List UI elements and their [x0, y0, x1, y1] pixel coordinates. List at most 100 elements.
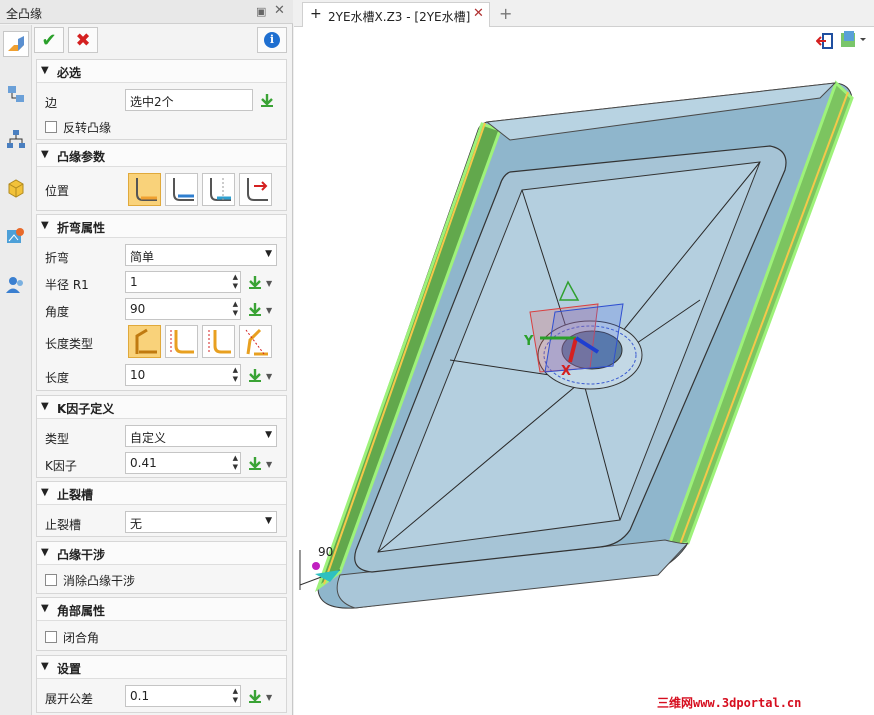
- document-tab[interactable]: + 2YE水槽X.Z3 - [2YE水槽] ✕: [302, 2, 490, 27]
- sheet-metal-icon[interactable]: [3, 31, 29, 57]
- part-cube-icon[interactable]: [3, 175, 29, 201]
- angle-input[interactable]: 90 ▲ ▼: [125, 298, 241, 320]
- triad-y-label: Y: [523, 334, 534, 349]
- pick-arrow-icon[interactable]: [247, 274, 263, 290]
- section-title: 角部属性: [57, 604, 106, 618]
- dropdown-arrow-icon[interactable]: ▼: [266, 372, 272, 381]
- section-header[interactable]: ▼ K因子定义: [37, 396, 286, 419]
- relief-select[interactable]: 无 ▼: [125, 511, 277, 533]
- spinner-icon[interactable]: ▲ ▼: [233, 687, 238, 705]
- assembly-tree-icon[interactable]: [3, 81, 29, 107]
- section-settings: ▼ 设置 展开公差 0.1 ▲ ▼ ▼: [36, 655, 287, 713]
- section-header[interactable]: ▼ 必选: [37, 60, 286, 83]
- chevron-down-icon: ▼: [265, 249, 272, 259]
- document-tab-bar: + 2YE水槽X.Z3 - [2YE水槽] ✕ +: [294, 0, 874, 27]
- k-factor-input[interactable]: 0.41 ▲ ▼: [125, 452, 241, 474]
- section-header[interactable]: ▼ 凸缘干涉: [37, 542, 286, 565]
- dropdown-arrow-icon[interactable]: ▼: [266, 460, 272, 469]
- length-type-option-2-button[interactable]: [165, 325, 198, 358]
- view-manager-icon[interactable]: [3, 223, 29, 249]
- pick-arrow-icon[interactable]: [259, 92, 275, 108]
- spinner-icon[interactable]: ▲ ▼: [233, 300, 238, 318]
- position-option-4-button[interactable]: [239, 173, 272, 206]
- collapse-arrow-icon: ▼: [41, 487, 49, 498]
- length-type-option-4-button[interactable]: [239, 325, 272, 358]
- length-input[interactable]: 10 ▲ ▼: [125, 364, 241, 386]
- section-header[interactable]: ▼ 凸缘参数: [37, 144, 286, 167]
- length-value: 10: [130, 368, 146, 382]
- closed-corner-label: 闭合角: [63, 631, 100, 645]
- flange-position-icon: [247, 178, 268, 201]
- pick-arrow-icon[interactable]: [247, 301, 263, 317]
- k-type-select[interactable]: 自定义 ▼: [125, 425, 277, 447]
- flange-position-icon: [136, 178, 157, 201]
- length-type-icon: [245, 328, 268, 356]
- position-label: 位置: [45, 184, 70, 198]
- users-icon[interactable]: [3, 272, 29, 298]
- dropdown-arrow-icon[interactable]: ▼: [266, 279, 272, 288]
- pick-arrow-icon[interactable]: [247, 367, 263, 383]
- eliminate-interference-label: 消除凸缘干涉: [63, 574, 136, 588]
- section-header[interactable]: ▼ 折弯属性: [37, 215, 286, 238]
- section-required: ▼ 必选 边 选中2个 反转凸缘: [36, 59, 287, 140]
- reverse-flange-checkbox[interactable]: [45, 121, 57, 133]
- k-factor-value: 0.41: [130, 456, 157, 470]
- section-title: 凸缘参数: [57, 150, 106, 164]
- collapse-arrow-icon: ▼: [41, 603, 49, 614]
- closed-corner-checkbox[interactable]: [45, 631, 57, 643]
- close-icon[interactable]: ✕: [274, 3, 285, 18]
- k-factor-label: K因子: [45, 459, 77, 473]
- section-corner-props: ▼ 角部属性 闭合角: [36, 597, 287, 651]
- pick-arrow-icon[interactable]: [247, 455, 263, 471]
- ok-button[interactable]: ✔: [34, 27, 64, 53]
- eliminate-interference-checkbox[interactable]: [45, 574, 57, 586]
- pick-arrow-icon[interactable]: [247, 688, 263, 704]
- bend-select[interactable]: 简单 ▼: [125, 244, 277, 266]
- section-bend-props: ▼ 折弯属性 折弯 简单 ▼ 半径 R1 1 ▲ ▼ ▼ 角度 90 ▲ ▼ ▼ 长…: [36, 214, 287, 391]
- pin-icon[interactable]: ▣: [256, 5, 266, 18]
- section-title: 必选: [57, 66, 82, 80]
- section-header[interactable]: ▼ 设置: [37, 656, 286, 679]
- info-button[interactable]: i: [257, 27, 287, 53]
- edge-field[interactable]: 选中2个: [125, 89, 253, 111]
- history-tree-icon[interactable]: [3, 126, 29, 152]
- reverse-flange-label: 反转凸缘: [63, 121, 112, 135]
- dropdown-arrow-icon[interactable]: ▼: [266, 306, 272, 315]
- relief-value: 无: [130, 517, 143, 531]
- collapse-arrow-icon: ▼: [41, 220, 49, 231]
- section-flange-params: ▼ 凸缘参数 位置: [36, 143, 287, 211]
- position-option-1-button[interactable]: [128, 173, 161, 206]
- spinner-icon[interactable]: ▲ ▼: [233, 366, 238, 384]
- relief-label: 止裂槽: [45, 518, 82, 532]
- info-icon: i: [264, 32, 280, 48]
- section-header[interactable]: ▼ 角部属性: [37, 598, 286, 621]
- edge-label: 边: [45, 96, 58, 110]
- dropdown-arrow-icon[interactable]: ▼: [266, 693, 272, 702]
- length-type-icon: [135, 328, 157, 354]
- close-tab-icon[interactable]: ✕: [473, 6, 484, 21]
- radius-input[interactable]: 1 ▲ ▼: [125, 271, 241, 293]
- position-option-3-button[interactable]: [202, 173, 235, 206]
- collapse-arrow-icon: ▼: [41, 547, 49, 558]
- section-title: 设置: [57, 662, 82, 676]
- length-type-label: 长度类型: [45, 337, 94, 351]
- graphics-viewport[interactable]: + 2YE水槽X.Z3 - [2YE水槽] ✕ + Y X 90 三维网www.…: [294, 0, 874, 715]
- length-type-option-1-button[interactable]: [128, 325, 161, 358]
- new-tab-icon[interactable]: +: [499, 4, 512, 23]
- watermark: 三维网www.3dportal.cn: [657, 696, 802, 710]
- unfold-tolerance-input[interactable]: 0.1 ▲ ▼: [125, 685, 241, 707]
- section-title: 凸缘干涉: [57, 548, 106, 562]
- sink-model[interactable]: Y X 90: [294, 27, 874, 715]
- section-title: K因子定义: [57, 402, 115, 416]
- spinner-icon[interactable]: ▲ ▼: [233, 454, 238, 472]
- cancel-button[interactable]: ✖: [68, 27, 98, 53]
- position-option-2-button[interactable]: [165, 173, 198, 206]
- triad-x-label: X: [561, 364, 571, 379]
- unfold-tolerance-value: 0.1: [130, 689, 150, 703]
- chevron-down-icon: ▼: [265, 430, 272, 440]
- spinner-icon[interactable]: ▲ ▼: [233, 273, 238, 291]
- feature-panel: 全凸缘 ▣ ✕ ✔ ✖ i ▼ 必选 边 选中2个 反转凸缘 ▼ 凸缘参数 位置…: [0, 0, 293, 715]
- length-type-option-3-button[interactable]: [202, 325, 235, 358]
- collapse-arrow-icon: ▼: [41, 149, 49, 160]
- section-header[interactable]: ▼ 止裂槽: [37, 482, 286, 505]
